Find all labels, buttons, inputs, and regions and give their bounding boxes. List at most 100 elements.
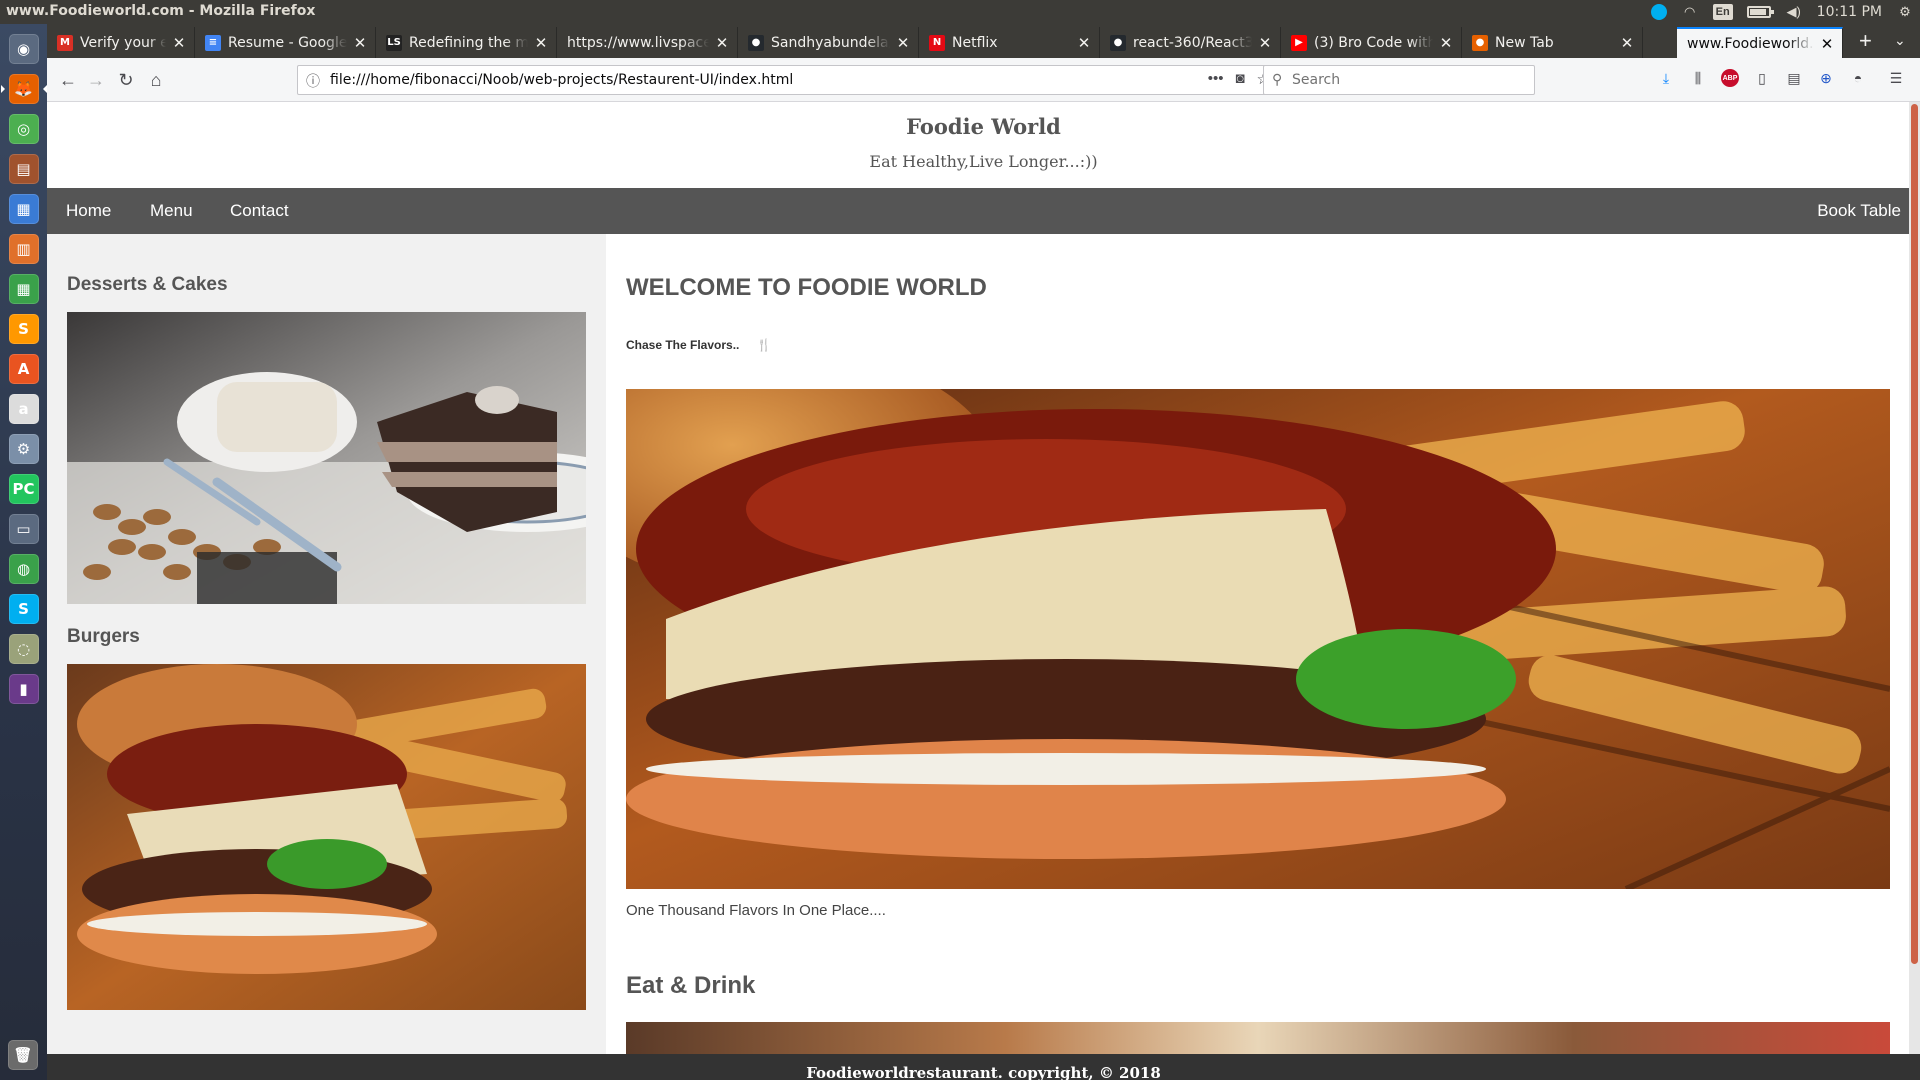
launcher-dash-home-icon[interactable]: ◉ — [5, 30, 43, 68]
browser-tab[interactable]: https://www.livspace.com✕ — [557, 27, 738, 58]
search-icon: ⚲ — [1272, 71, 1283, 87]
unity-launcher: ◉ 🦊 ◎ ▤ ▦ ▥ ▦ S Aa ⚙ PC ▭ ◍ S ◌ ▮ 🗑 — [0, 24, 47, 1080]
launcher-calc-icon[interactable]: ▦ — [5, 270, 43, 308]
workspace-icon: ▭ — [8, 514, 39, 544]
hero-burger-image — [626, 389, 1890, 889]
page-scrollbar[interactable] — [1909, 102, 1920, 1080]
wifi-icon[interactable]: ◠ — [1681, 4, 1699, 20]
reader-icon[interactable]: ▤ — [1785, 69, 1803, 87]
nav-home-link[interactable]: Home — [66, 201, 111, 221]
tab-label: Redefining the modern — [409, 34, 528, 51]
clock[interactable]: 10:11 PM — [1817, 4, 1882, 20]
launcher-files-icon[interactable]: ▤ — [5, 150, 43, 188]
close-icon[interactable]: ✕ — [713, 34, 731, 52]
search-box[interactable]: ⚲ — [1263, 65, 1535, 95]
launcher-writer-icon[interactable]: ▦ — [5, 190, 43, 228]
reload-button[interactable]: ↻ — [113, 67, 139, 93]
launcher-terminal-icon[interactable]: ▮ — [5, 670, 43, 708]
browser-tab[interactable]: ● New Tab ✕ — [1462, 27, 1643, 58]
url-text[interactable]: file:///home/fibonacci/Noob/web-projects… — [330, 72, 793, 88]
launcher-sublime-icon[interactable]: S — [5, 310, 43, 348]
launcher-software-center-icon[interactable]: A — [5, 350, 43, 388]
incognito-icon[interactable]: ◓ — [1849, 69, 1867, 87]
github-icon: ● — [748, 34, 764, 51]
launcher-browser-icon[interactable]: ◍ — [5, 550, 43, 588]
dash-home-icon: ◉ — [8, 34, 39, 64]
nav-menu-link[interactable]: Menu — [150, 201, 193, 221]
book-table-link[interactable]: Book Table — [1817, 201, 1901, 221]
downloads-icon[interactable]: ⤓ — [1657, 69, 1675, 87]
browser-tab[interactable]: ≡ Resume - Google Docs✕ — [195, 27, 376, 58]
browser-tab[interactable]: LS Redefining the modern✕ — [376, 27, 557, 58]
search-input[interactable] — [1292, 69, 1522, 91]
desserts-heading: Desserts & Cakes — [67, 274, 228, 295]
launcher-disk-utility-icon[interactable]: ◌ — [5, 630, 43, 668]
launcher-settings-icon[interactable]: ⚙ — [5, 430, 43, 468]
back-button[interactable]: ← — [55, 67, 81, 93]
firefox-icon: 🦊 — [8, 74, 39, 104]
browser-tab[interactable]: M Verify your email✕ — [47, 27, 195, 58]
navigation-toolbar: ← → ↻ ⌂ ⓘ file:///home/fibonacci/Noob/we… — [47, 58, 1920, 102]
site-navbar: Home Menu Contact Book Table — [47, 188, 1920, 234]
trash-icon[interactable]: 🗑 — [4, 1036, 42, 1074]
launcher-impress-icon[interactable]: ▥ — [5, 230, 43, 268]
battery-icon[interactable] — [1746, 6, 1774, 18]
sublime-icon: S — [8, 314, 39, 344]
launcher-pycharm-icon[interactable]: PC — [5, 470, 43, 508]
system-tray: ◠ En ◀) 10:11 PM ⚙ — [1650, 0, 1914, 24]
forward-button[interactable]: → — [83, 67, 109, 93]
chase-flavors-text: Chase The Flavors.. 🍴 — [626, 338, 772, 352]
page-actions-icon[interactable]: ••• — [1208, 70, 1224, 88]
browser-tab[interactable]: ● Sandhyabundela/✕ — [738, 27, 919, 58]
skype-icon: S — [8, 594, 39, 624]
browser-tab[interactable]: ▶ (3) Bro Code with ✕ — [1281, 27, 1462, 58]
chevron-down-icon[interactable]: ⌄ — [1894, 32, 1906, 49]
youtube-icon: ▶ — [1291, 34, 1307, 51]
launcher-amazon-icon[interactable]: a — [5, 390, 43, 428]
volume-icon[interactable]: ◀) — [1785, 4, 1803, 20]
close-icon[interactable]: ✕ — [170, 34, 188, 52]
pocket-icon[interactable]: ◙ — [1235, 70, 1244, 88]
terminal-icon: ▮ — [8, 674, 39, 704]
close-icon[interactable]: ✕ — [894, 34, 912, 52]
info-icon[interactable]: ⓘ — [306, 71, 320, 91]
tab-label: (3) Bro Code with — [1314, 34, 1433, 51]
keyboard-layout-indicator[interactable]: En — [1712, 4, 1733, 20]
launcher-workspace-icon[interactable]: ▭ — [5, 510, 43, 548]
skype-tray-icon[interactable] — [1650, 4, 1667, 20]
browser-tab[interactable]: www.Foodieworld.com✕ — [1677, 27, 1843, 58]
hamburger-menu-icon[interactable]: ☰ — [1887, 69, 1905, 87]
gear-icon[interactable]: ⚙ — [1896, 4, 1914, 20]
home-button[interactable]: ⌂ — [143, 67, 169, 93]
sidebar-icon[interactable]: ▯ — [1753, 69, 1771, 87]
adblock-icon[interactable]: ABP — [1721, 69, 1739, 87]
close-icon[interactable]: ✕ — [1437, 34, 1455, 52]
library-icon[interactable]: ⫼ — [1689, 69, 1707, 87]
close-icon[interactable]: ✕ — [351, 34, 369, 52]
url-bar[interactable]: ⓘ file:///home/fibonacci/Noob/web-projec… — [297, 65, 1277, 95]
close-icon[interactable]: ✕ — [532, 34, 550, 52]
launcher-firefox-icon[interactable]: 🦊 — [0, 70, 47, 108]
close-icon[interactable]: ✕ — [1075, 34, 1093, 52]
tab-label: Resume - Google Docs — [228, 34, 347, 51]
launcher-chrome-icon[interactable]: ◎ — [5, 110, 43, 148]
close-icon[interactable]: ✕ — [1818, 35, 1836, 53]
main-content: WELCOME TO FOODIE WORLD Chase The Flavor… — [606, 234, 1920, 1062]
close-icon[interactable]: ✕ — [1256, 34, 1274, 52]
cake-image — [67, 312, 586, 604]
tab-label: https://www.livspace.com — [567, 34, 709, 51]
close-icon[interactable]: ✕ — [1618, 34, 1636, 52]
browser-icon: ◍ — [8, 554, 39, 584]
sidebar: Desserts & Cakes Burgers — [47, 234, 606, 1054]
eat-drink-heading: Eat & Drink — [626, 972, 756, 999]
new-tab-button[interactable]: + — [1859, 30, 1872, 52]
window-title: www.Foodieworld.com - Mozilla Firefox — [6, 3, 316, 19]
pycharm-icon: PC — [8, 474, 39, 504]
launcher-skype-icon[interactable]: S — [5, 590, 43, 628]
browser-tab[interactable]: ● react-360/React360✕ — [1100, 27, 1281, 58]
github-icon: ● — [1110, 34, 1126, 51]
extension-icon[interactable]: ⊕ — [1817, 69, 1835, 87]
nav-contact-link[interactable]: Contact — [230, 201, 289, 221]
site-tagline: Eat Healthy,Live Longer...:)) — [869, 152, 1098, 171]
browser-tab[interactable]: N Netflix ✕ — [919, 27, 1100, 58]
